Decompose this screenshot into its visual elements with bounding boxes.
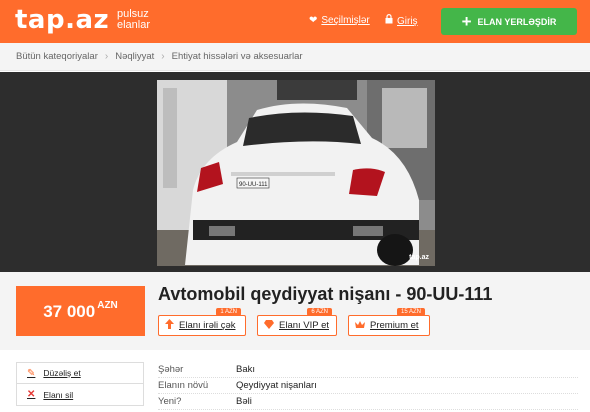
promote-vip-button[interactable]: Elanı VIP et 6 AZN — [257, 308, 337, 336]
car-photo-illustration: 90-UU-111 — [157, 80, 435, 266]
listing-properties: Şəhər Bakı Elanın növü Qeydiyyat nişanla… — [158, 362, 578, 410]
property-value: Qeydiyyat nişanları — [236, 380, 317, 391]
chevron-right-icon: › — [161, 51, 165, 62]
plate-text: 90-UU-111 — [239, 182, 268, 188]
promote-premium-price: 15 AZN — [396, 308, 425, 316]
listing-photo[interactable]: 90-UU-111 tap.az — [157, 80, 435, 266]
breadcrumb-spare-parts[interactable]: Ehtiyat hissələri və aksesuarlar — [172, 51, 303, 62]
edit-listing-label: Düzəliş et — [43, 368, 81, 378]
promote-premium-label: Premium et — [370, 320, 419, 331]
promote-bump-button[interactable]: Elanı irəli çək 1 AZN — [158, 308, 246, 336]
logo-tagline: pulsuz elanlar — [117, 9, 150, 31]
arrow-up-icon — [165, 319, 174, 332]
listing-title: Avtomobil qeydiyyat nişanı - 90-UU-111 — [158, 284, 493, 304]
logo-tagline-2: elanlar — [117, 19, 151, 31]
property-value: Bakı — [236, 364, 256, 375]
heart-icon: ❤ — [309, 15, 318, 26]
plus-icon: + — [461, 12, 472, 31]
favorites-link[interactable]: ❤ Seçilmişlər — [309, 14, 370, 28]
edit-listing-button[interactable]: ✎ Düzəliş et — [17, 363, 143, 384]
close-icon: ✕ — [27, 389, 36, 400]
crown-icon — [355, 320, 365, 332]
post-ad-label: ELAN YERLƏŞDİR — [477, 16, 557, 27]
property-key: Elanın növü — [158, 380, 209, 391]
property-row: Şəhər Bakı — [158, 362, 578, 378]
property-key: Yeni? — [158, 396, 182, 407]
header: tap.az pulsuz elanlar ❤ Seçilmişlər Giri… — [0, 0, 590, 43]
favorites-label: Seçilmişlər — [321, 15, 370, 26]
post-ad-button[interactable]: + ELAN YERLƏŞDİR — [441, 8, 577, 35]
promote-premium-button[interactable]: Premium et 15 AZN — [348, 308, 430, 336]
lock-icon — [385, 14, 393, 29]
photo-gallery: 90-UU-111 tap.az — [0, 72, 590, 272]
pencil-icon: ✎ — [27, 367, 36, 379]
property-key: Şəhər — [158, 364, 184, 375]
price-currency: AZN — [97, 300, 118, 311]
delete-listing-label: Elanı sil — [43, 389, 74, 400]
property-row: Elanın növü Qeydiyyat nişanları — [158, 378, 578, 394]
price-box: 37 000 AZN — [16, 286, 145, 336]
login-link[interactable]: Giriş — [385, 14, 418, 29]
promote-vip-label: Elanı VIP et — [279, 320, 329, 331]
property-row: Yeni? Bəli — [158, 394, 578, 410]
listing-actions: ✎ Düzəliş et ✕ Elanı sil — [16, 362, 144, 406]
promote-bump-label: Elanı irəli çək — [179, 320, 236, 331]
chevron-right-icon: › — [104, 51, 109, 62]
delete-listing-button[interactable]: ✕ Elanı sil — [17, 384, 143, 405]
login-label: Giriş — [397, 15, 418, 27]
breadcrumb-transport[interactable]: Nəqliyyat — [115, 51, 154, 62]
promote-vip-price: 6 AZN — [307, 308, 332, 316]
logo[interactable]: tap.az — [15, 5, 109, 35]
promote-bump-price: 1 AZN — [216, 308, 241, 316]
price-value: 37 000 — [43, 302, 96, 321]
diamond-icon — [264, 319, 274, 332]
property-value: Bəli — [236, 396, 252, 407]
watermark: tap.az — [409, 254, 429, 261]
breadcrumb-all-categories[interactable]: Bütün kateqoriyalar — [16, 51, 98, 62]
breadcrumb: Bütün kateqoriyalar › Nəqliyyat › Ehtiya… — [0, 43, 590, 71]
